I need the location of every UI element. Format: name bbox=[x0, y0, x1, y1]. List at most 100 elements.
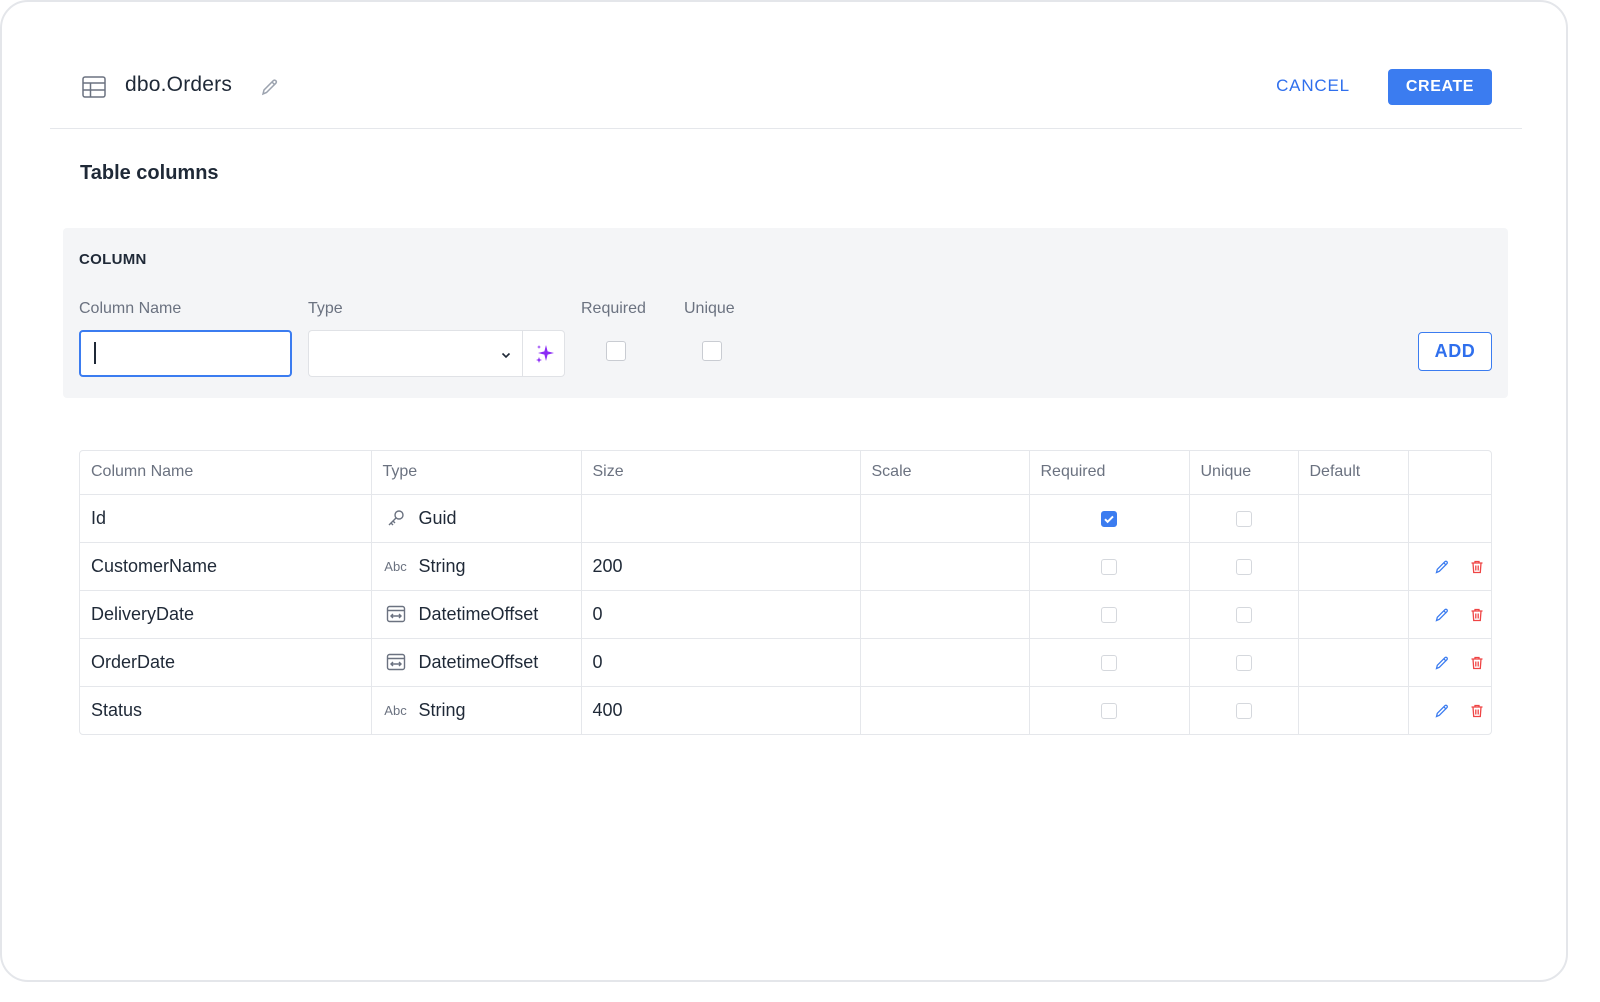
table-icon bbox=[82, 76, 106, 98]
cell-actions bbox=[1408, 494, 1491, 543]
dialog-frame: dbo.Orders CANCEL CREATE Table columns C… bbox=[0, 0, 1568, 982]
create-button[interactable]: CREATE bbox=[1388, 69, 1492, 105]
edit-row-icon[interactable] bbox=[1434, 607, 1450, 623]
abc-icon: Abc bbox=[384, 558, 407, 574]
cell-unique bbox=[1189, 686, 1299, 734]
table-row: DeliveryDate DatetimeOffset 0 bbox=[80, 590, 1491, 639]
table-row: Id Guid bbox=[80, 494, 1491, 543]
unique-checkbox[interactable] bbox=[702, 341, 722, 361]
cell-column-name: DeliveryDate bbox=[80, 590, 372, 639]
cell-unique bbox=[1189, 494, 1299, 543]
datetime-icon bbox=[383, 652, 409, 672]
header-unique: Unique bbox=[1189, 451, 1299, 495]
type-label-text: DatetimeOffset bbox=[418, 651, 539, 672]
add-column-button[interactable]: ADD bbox=[1418, 332, 1492, 371]
unique-checkbox[interactable] bbox=[1235, 510, 1252, 527]
type-select[interactable] bbox=[308, 330, 522, 377]
cell-default bbox=[1298, 590, 1409, 639]
abc-icon: Abc bbox=[384, 702, 407, 718]
header-scale: Scale bbox=[860, 451, 1030, 495]
column-form-panel: COLUMN Column Name Type Required Unique … bbox=[63, 228, 1508, 398]
cell-required bbox=[1029, 494, 1190, 543]
cell-default bbox=[1298, 638, 1409, 687]
cell-size: 200 bbox=[581, 542, 861, 591]
required-checkbox[interactable] bbox=[1101, 703, 1117, 719]
delete-row-icon[interactable] bbox=[1469, 607, 1485, 623]
cell-default bbox=[1298, 686, 1409, 734]
cell-scale bbox=[860, 542, 1030, 591]
required-checkbox[interactable] bbox=[1101, 606, 1117, 623]
cell-required bbox=[1029, 542, 1190, 591]
table-row: Status Abc String 400 bbox=[80, 686, 1491, 734]
cell-required bbox=[1029, 638, 1190, 687]
cell-column-name: OrderDate bbox=[80, 638, 372, 687]
unique-label: Unique bbox=[684, 300, 735, 317]
edit-title-icon[interactable] bbox=[260, 77, 280, 97]
cell-column-name: CustomerName bbox=[80, 542, 372, 591]
section-title: Table columns bbox=[80, 162, 219, 184]
cell-unique bbox=[1189, 542, 1299, 591]
cell-unique bbox=[1189, 638, 1299, 687]
cell-type: Abc String bbox=[371, 686, 582, 734]
sparkles-icon bbox=[536, 345, 554, 363]
cell-actions bbox=[1408, 686, 1491, 734]
type-label-text: String bbox=[418, 699, 466, 720]
required-checkbox[interactable] bbox=[1101, 654, 1117, 671]
unique-checkbox[interactable] bbox=[1235, 606, 1252, 623]
cell-type: DatetimeOffset bbox=[371, 638, 582, 687]
columns-table: Column Name Type Size Scale Required Uni… bbox=[79, 450, 1492, 735]
cell-required bbox=[1029, 590, 1190, 639]
type-label-text: String bbox=[418, 555, 466, 576]
cell-column-name: Status bbox=[80, 686, 372, 734]
column-name-input[interactable] bbox=[79, 330, 292, 377]
header-required: Required bbox=[1029, 451, 1190, 495]
cell-type: DatetimeOffset bbox=[371, 590, 582, 639]
header-size: Size bbox=[581, 451, 861, 495]
text-cursor bbox=[94, 342, 96, 364]
cell-scale bbox=[860, 638, 1030, 687]
unique-checkbox[interactable] bbox=[1235, 558, 1252, 575]
cancel-button[interactable]: CANCEL bbox=[1258, 68, 1368, 104]
type-label-text: DatetimeOffset bbox=[418, 603, 539, 624]
cell-type: Abc String bbox=[371, 542, 582, 591]
cell-type: Guid bbox=[371, 494, 582, 543]
panel-label: COLUMN bbox=[79, 251, 147, 268]
cell-actions bbox=[1408, 590, 1491, 639]
cell-column-name: Id bbox=[80, 494, 372, 543]
cell-unique bbox=[1189, 590, 1299, 639]
cell-scale bbox=[860, 494, 1030, 543]
delete-row-icon[interactable] bbox=[1469, 703, 1485, 719]
page-title: dbo.Orders bbox=[125, 73, 233, 96]
table-row: OrderDate DatetimeOffset 0 bbox=[80, 638, 1491, 687]
key-icon bbox=[383, 508, 409, 528]
required-label: Required bbox=[581, 300, 646, 317]
required-checkbox-checked[interactable] bbox=[1101, 510, 1117, 527]
chevron-down-icon bbox=[500, 348, 512, 360]
required-checkbox[interactable] bbox=[606, 341, 626, 361]
header-column-name: Column Name bbox=[80, 451, 372, 495]
unique-checkbox[interactable] bbox=[1235, 703, 1252, 719]
cell-default bbox=[1298, 494, 1409, 543]
edit-row-icon[interactable] bbox=[1434, 559, 1450, 575]
cell-default bbox=[1298, 542, 1409, 591]
header: dbo.Orders CANCEL CREATE bbox=[50, 62, 1522, 129]
edit-row-icon[interactable] bbox=[1434, 655, 1450, 671]
table-row: CustomerName Abc String 200 bbox=[80, 542, 1491, 591]
required-checkbox[interactable] bbox=[1101, 558, 1117, 575]
cell-size bbox=[581, 494, 861, 543]
delete-row-icon[interactable] bbox=[1469, 655, 1485, 671]
edit-row-icon[interactable] bbox=[1434, 703, 1450, 719]
cell-scale bbox=[860, 590, 1030, 639]
unique-checkbox[interactable] bbox=[1235, 654, 1252, 671]
cell-actions bbox=[1408, 542, 1491, 591]
header-type: Type bbox=[371, 451, 582, 495]
datetime-icon bbox=[383, 604, 409, 624]
cell-size: 400 bbox=[581, 686, 861, 734]
delete-row-icon[interactable] bbox=[1469, 559, 1485, 575]
header-actions bbox=[1408, 451, 1491, 495]
column-name-label: Column Name bbox=[79, 300, 182, 317]
type-label: Type bbox=[308, 300, 343, 317]
ai-suggest-button[interactable] bbox=[522, 330, 565, 377]
header-default: Default bbox=[1298, 451, 1409, 495]
cell-size: 0 bbox=[581, 590, 861, 639]
